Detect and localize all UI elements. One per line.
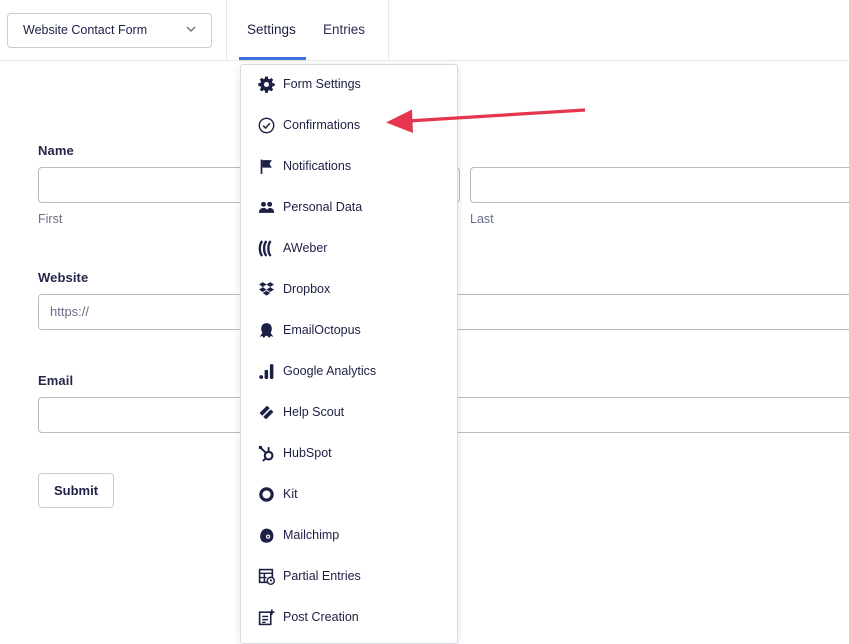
post-creation-icon (258, 609, 275, 626)
form-selector-value: Website Contact Form (23, 23, 148, 37)
menu-item-mailchimp[interactable]: Mailchimp (241, 521, 457, 551)
email-label: Email (38, 373, 74, 388)
settings-menu: Form Settings Confirmations Notification… (240, 64, 458, 644)
menu-item-label: HubSpot (283, 446, 332, 460)
aweber-icon (258, 240, 272, 257)
menu-item-label: Post Creation (283, 610, 359, 624)
menu-item-form-settings[interactable]: Form Settings (241, 70, 457, 100)
menu-item-partial-entries[interactable]: Partial Entries (241, 562, 457, 592)
menu-item-kit[interactable]: Kit (241, 480, 457, 510)
annotation-arrow (386, 108, 586, 133)
menu-item-aweber[interactable]: AWeber (241, 234, 457, 264)
hubspot-icon (258, 445, 274, 462)
menu-item-dropbox[interactable]: Dropbox (241, 275, 457, 305)
partial-entries-icon (258, 568, 275, 585)
menu-item-label: Partial Entries (283, 569, 361, 583)
menu-item-label: Notifications (283, 159, 352, 173)
menu-item-post-creation[interactable]: Post Creation (241, 603, 457, 633)
flag-icon (260, 159, 272, 174)
menu-item-label: AWeber (283, 241, 328, 255)
menu-item-label: Google Analytics (283, 364, 377, 378)
tab-entries[interactable]: Entries (323, 22, 365, 37)
menu-item-emailoctopus[interactable]: EmailOctopus (241, 316, 457, 346)
divider (388, 0, 389, 61)
last-name-field[interactable] (470, 167, 849, 203)
form-selector-dropdown[interactable]: Website Contact Form (7, 13, 212, 48)
top-bar: Website Contact Form Settings Entries (0, 0, 849, 61)
last-sublabel: Last (470, 212, 494, 226)
analytics-icon (259, 364, 274, 379)
menu-item-help-scout[interactable]: Help Scout (241, 398, 457, 428)
menu-item-google-analytics[interactable]: Google Analytics (241, 357, 457, 387)
menu-item-notifications[interactable]: Notifications (241, 152, 457, 182)
dropbox-icon (259, 282, 274, 296)
first-sublabel: First (38, 212, 63, 226)
menu-item-hubspot[interactable]: HubSpot (241, 439, 457, 469)
tab-settings[interactable]: Settings (247, 22, 296, 37)
menu-item-label: Help Scout (283, 405, 345, 419)
submit-button[interactable]: Submit (38, 473, 114, 508)
menu-item-label: Dropbox (283, 282, 331, 296)
menu-item-label: Personal Data (283, 200, 363, 214)
active-tab-indicator (239, 57, 306, 60)
website-label: Website (38, 270, 89, 285)
check-circle-icon (258, 117, 275, 134)
menu-item-personal-data[interactable]: Personal Data (241, 193, 457, 223)
menu-item-label: Mailchimp (283, 528, 340, 542)
menu-item-label: Confirmations (283, 118, 361, 132)
helpscout-icon (259, 405, 274, 420)
mailchimp-icon (260, 528, 274, 543)
menu-item-label: Form Settings (283, 77, 361, 91)
users-icon (258, 201, 275, 213)
kit-icon (259, 487, 274, 502)
gear-icon (258, 76, 275, 93)
chevron-down-icon (186, 26, 196, 32)
name-label: Name (38, 143, 74, 158)
website-placeholder: https:// (50, 304, 90, 319)
octopus-icon (259, 323, 274, 338)
menu-item-label: EmailOctopus (283, 323, 361, 337)
divider (226, 0, 227, 61)
menu-item-label: Kit (283, 487, 298, 501)
